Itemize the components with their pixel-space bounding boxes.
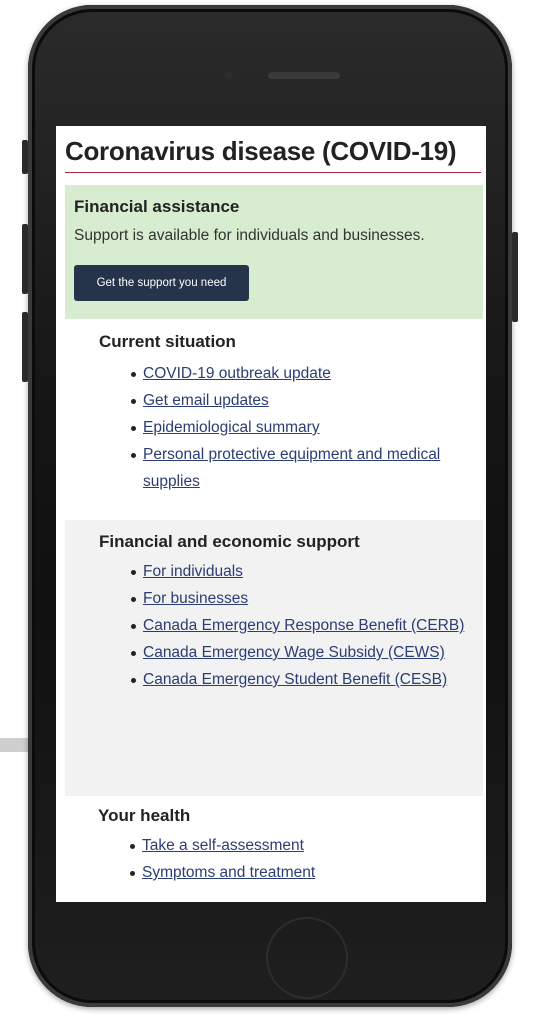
list-item: Take a self-assessment: [130, 832, 483, 859]
camera-icon: [225, 71, 233, 79]
list-item: Symptoms and treatment: [130, 859, 483, 886]
list-item: Get email updates: [131, 387, 483, 414]
list-item: For businesses: [131, 585, 483, 612]
link-cesb[interactable]: Canada Emergency Student Benefit (CESB): [143, 671, 447, 688]
financial-support-list: For individuals For businesses Canada Em…: [99, 558, 483, 693]
link-epidemiological-summary[interactable]: Epidemiological summary: [143, 419, 320, 436]
current-situation-section: Current situation COVID-19 outbreak upda…: [65, 332, 483, 495]
list-item: Canada Emergency Student Benefit (CESB): [131, 666, 483, 693]
link-cerb[interactable]: Canada Emergency Response Benefit (CERB): [143, 617, 464, 634]
financial-support-section: Financial and economic support For indiv…: [65, 520, 483, 796]
page-title: Coronavirus disease (COVID-19): [65, 136, 457, 166]
speaker-grille: [268, 72, 340, 79]
list-item: Canada Emergency Wage Subsidy (CEWS): [131, 639, 483, 666]
link-email-updates[interactable]: Get email updates: [143, 392, 269, 409]
list-item: Epidemiological summary: [131, 414, 483, 441]
phone-screen: Coronavirus disease (COVID-19) Financial…: [56, 126, 486, 902]
section-heading-financial-support: Financial and economic support: [99, 532, 360, 551]
title-underline: [65, 172, 481, 173]
list-item: COVID-19 outbreak update: [131, 360, 483, 387]
silent-switch: [22, 140, 28, 174]
alert-heading: Financial assistance: [74, 197, 240, 216]
financial-assistance-alert: Financial assistance Support is availabl…: [65, 185, 483, 319]
link-self-assessment[interactable]: Take a self-assessment: [142, 837, 304, 854]
alert-text: Support is available for individuals and…: [74, 227, 425, 244]
volume-up-button: [22, 224, 28, 294]
current-situation-list: COVID-19 outbreak update Get email updat…: [99, 360, 483, 495]
volume-down-button: [22, 312, 28, 382]
list-item: Personal protective equipment and medica…: [131, 441, 483, 495]
link-cews[interactable]: Canada Emergency Wage Subsidy (CEWS): [143, 644, 445, 661]
your-health-list: Take a self-assessment Symptoms and trea…: [98, 832, 483, 886]
your-health-section: Your health Take a self-assessment Sympt…: [65, 806, 483, 886]
section-heading-your-health: Your health: [98, 806, 191, 825]
link-symptoms-treatment[interactable]: Symptoms and treatment: [142, 864, 315, 881]
home-button[interactable]: [266, 917, 348, 999]
power-button: [512, 232, 518, 322]
section-heading-current-situation: Current situation: [99, 332, 236, 351]
list-item: For individuals: [131, 558, 483, 585]
get-support-button[interactable]: Get the support you need: [74, 265, 249, 301]
link-for-individuals[interactable]: For individuals: [143, 563, 243, 580]
link-outbreak-update[interactable]: COVID-19 outbreak update: [143, 365, 331, 382]
link-ppe-supplies[interactable]: Personal protective equipment and medica…: [143, 446, 440, 490]
link-for-businesses[interactable]: For businesses: [143, 590, 248, 607]
list-item: Canada Emergency Response Benefit (CERB): [131, 612, 483, 639]
